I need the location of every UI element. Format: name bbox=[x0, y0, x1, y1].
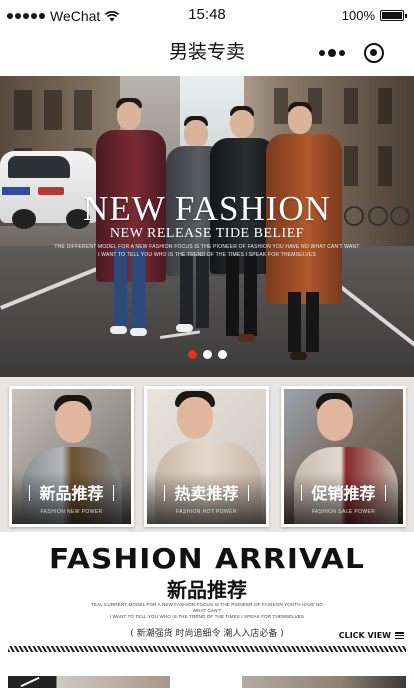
category-label: 促销推荐 bbox=[284, 480, 403, 504]
category-sub: FASHION HOT POWER bbox=[176, 509, 237, 515]
category-label: 新品推荐 bbox=[12, 480, 131, 504]
product-row bbox=[0, 662, 414, 688]
status-bar: WeChat 15:48 100% bbox=[0, 0, 414, 32]
battery-percent: 100% bbox=[341, 8, 375, 23]
arrival-desc-line: I WANT TO TELL YOU WHO IS THE TREND OF T… bbox=[109, 614, 305, 619]
category-card-sale[interactable]: 促销推荐 FASHION SALE POWER bbox=[281, 386, 406, 527]
banner-tiny-1: THE DIFFERENT MODEL FOR A NEW FASHION FO… bbox=[54, 244, 360, 250]
category-sub: FASHION NEW POWER bbox=[40, 509, 103, 515]
product-thumbnail[interactable] bbox=[242, 676, 406, 688]
nav-bar: 男装专卖 bbox=[0, 32, 414, 76]
category-section: 新品推荐 FASHION NEW POWER 热卖推荐 FASHION HOT … bbox=[0, 377, 414, 532]
arrival-description: TEAL CURRENT MODEL FOR A NEW FASHION FOC… bbox=[86, 602, 328, 620]
more-options-icon[interactable] bbox=[312, 48, 352, 57]
banner-tiny-2: I WANT TO TELL YOU WHO IS THE TREND OF T… bbox=[98, 252, 316, 258]
banner-subline: NEW RELEASE TIDE BELIEF bbox=[109, 226, 305, 241]
category-photo: 热卖推荐 FASHION HOT POWER bbox=[147, 389, 266, 524]
battery-group: 100% bbox=[341, 8, 407, 23]
miniprogram-capsule bbox=[312, 38, 396, 68]
hatched-divider bbox=[8, 646, 406, 652]
banner-caption: NEW FASHION NEW RELEASE TIDE BELIEF THE … bbox=[0, 189, 414, 258]
carousel-indicator bbox=[0, 350, 414, 359]
category-card-new[interactable]: 新品推荐 FASHION NEW POWER bbox=[9, 386, 134, 527]
arrival-title-en: FASHION ARRIVAL bbox=[49, 542, 365, 575]
carousel-dot[interactable] bbox=[217, 350, 227, 359]
banner-headline: NEW FASHION bbox=[83, 189, 331, 228]
arrival-desc-line: TEAL CURRENT MODEL FOR A NEW FASHION FOC… bbox=[90, 602, 324, 613]
new-arrival-section: FASHION ARRIVAL 新品推荐 TEAL CURRENT MODEL … bbox=[0, 532, 414, 662]
carousel-dot[interactable] bbox=[202, 350, 212, 359]
menu-icon bbox=[395, 632, 404, 639]
category-card-hot[interactable]: 热卖推荐 FASHION HOT POWER bbox=[144, 386, 269, 527]
click-view-button[interactable]: CLICK VIEW bbox=[339, 631, 404, 640]
battery-icon bbox=[380, 10, 407, 21]
product-thumbnail[interactable] bbox=[8, 676, 170, 688]
arrival-title-cn: 新品推荐 bbox=[167, 578, 247, 602]
category-sub: FASHION SALE POWER bbox=[311, 509, 376, 515]
close-miniprogram-icon[interactable] bbox=[364, 43, 384, 63]
category-photo: 促销推荐 FASHION SALE POWER bbox=[284, 389, 403, 524]
banner-carousel[interactable]: NEW FASHION NEW RELEASE TIDE BELIEF THE … bbox=[0, 76, 414, 377]
category-photo: 新品推荐 FASHION NEW POWER bbox=[12, 389, 131, 524]
carousel-dot[interactable] bbox=[187, 350, 197, 359]
category-label: 热卖推荐 bbox=[147, 480, 266, 504]
click-view-label: CLICK VIEW bbox=[338, 631, 391, 640]
